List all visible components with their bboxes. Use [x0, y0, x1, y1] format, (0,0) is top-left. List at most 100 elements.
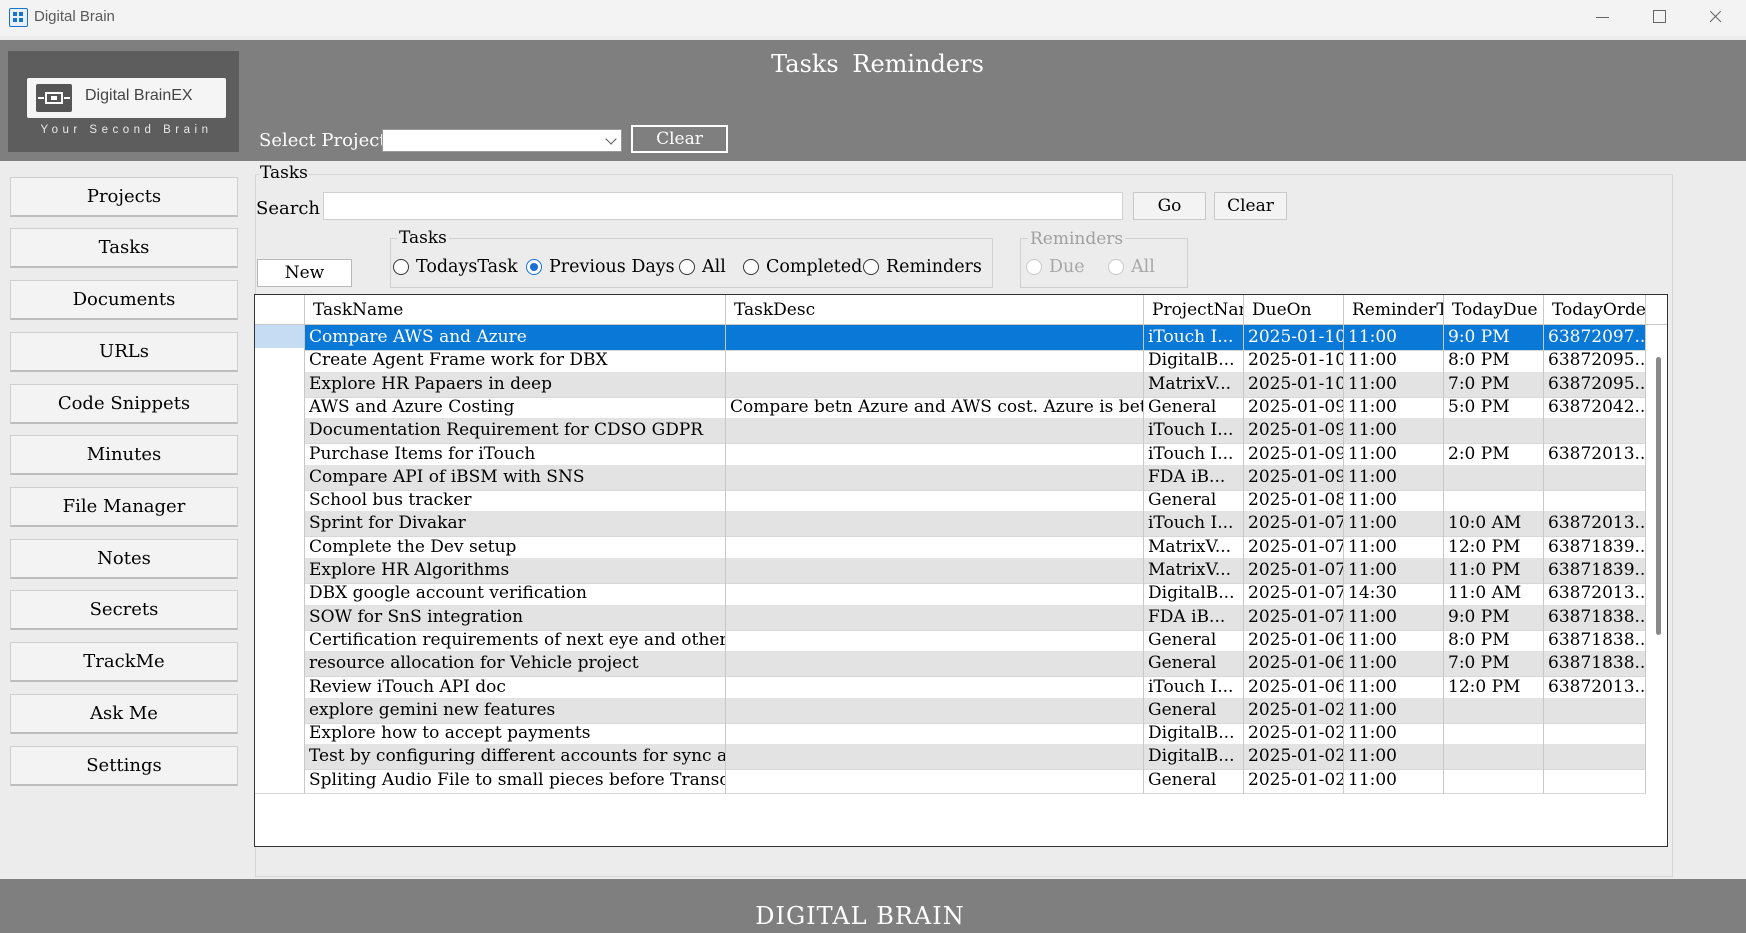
cell-projectname[interactable]: DigitalB... — [1144, 348, 1244, 374]
cell-reminder[interactable]: 14:30 — [1344, 581, 1444, 607]
table-row[interactable]: Documentation Requirement for CDSO GDPR i… — [255, 418, 1646, 444]
cell-taskname[interactable]: Sprint for Divakar — [305, 511, 726, 537]
cell-todaydue[interactable]: 8:0 PM — [1444, 348, 1544, 374]
cell-taskdesc[interactable] — [726, 348, 1144, 374]
table-row[interactable]: resource allocation for Vehicle project G… — [255, 651, 1646, 677]
row-header[interactable] — [255, 348, 305, 374]
tasks-grid[interactable]: TaskName TaskDesc ProjectNam DueOn Remin… — [254, 294, 1668, 847]
cell-taskname[interactable]: Spliting Audio File to small pieces befo… — [305, 768, 726, 794]
cell-taskname[interactable]: DBX google account verification — [305, 581, 726, 607]
cell-todaydue[interactable] — [1444, 744, 1544, 770]
cell-taskdesc[interactable] — [726, 651, 1144, 677]
cell-projectname[interactable]: DigitalB... — [1144, 581, 1244, 607]
column-header-taskname[interactable]: TaskName — [305, 295, 726, 325]
row-header[interactable] — [255, 651, 305, 677]
radio-completed[interactable]: Completed — [743, 256, 862, 278]
sidebar-item-file-manager[interactable]: File Manager — [10, 487, 238, 527]
radio-all[interactable]: All — [679, 256, 726, 278]
close-icon[interactable] — [1692, 4, 1738, 30]
row-header[interactable] — [255, 744, 305, 770]
table-row[interactable]: Sprint for Divakar iTouch I... 2025-01-07 1… — [255, 511, 1646, 537]
sidebar-item-secrets[interactable]: Secrets — [10, 590, 238, 630]
cell-reminder[interactable]: 11:00 — [1344, 418, 1444, 444]
cell-todayorder[interactable] — [1544, 768, 1646, 794]
cell-dueon[interactable]: 2025-01-02 — [1244, 768, 1344, 794]
cell-reminder[interactable]: 11:00 — [1344, 511, 1444, 537]
column-header-todayorder[interactable]: TodayOrde — [1544, 295, 1646, 325]
cell-todaydue[interactable] — [1444, 768, 1544, 794]
table-row[interactable]: Test by configuring different accounts f… — [255, 744, 1646, 770]
cell-reminder[interactable]: 11:00 — [1344, 768, 1444, 794]
vertical-scrollbar[interactable] — [1648, 325, 1667, 846]
search-input[interactable] — [323, 192, 1123, 220]
cell-dueon[interactable]: 2025-01-07 — [1244, 511, 1344, 537]
new-task-button[interactable]: New — [257, 259, 352, 287]
cell-projectname[interactable]: iTouch I... — [1144, 418, 1244, 444]
cell-todaydue[interactable]: 10:0 AM — [1444, 511, 1544, 537]
sidebar-item-notes[interactable]: Notes — [10, 539, 238, 579]
cell-projectname[interactable]: iTouch I... — [1144, 511, 1244, 537]
cell-taskdesc[interactable] — [726, 418, 1144, 444]
sidebar-item-urls[interactable]: URLs — [10, 332, 238, 372]
project-clear-button[interactable]: Clear — [631, 125, 728, 153]
cell-todayorder[interactable]: 63872095... — [1544, 348, 1646, 374]
cell-taskdesc[interactable] — [726, 511, 1144, 537]
cell-taskdesc[interactable] — [726, 581, 1144, 607]
radio-todays-task[interactable]: TodaysTask — [393, 256, 518, 278]
cell-dueon[interactable]: 2025-01-09 — [1244, 418, 1344, 444]
column-header-taskdesc[interactable]: TaskDesc — [726, 295, 1144, 325]
radio-reminders-due[interactable]: Due — [1026, 256, 1085, 278]
table-row[interactable]: Spliting Audio File to small pieces befo… — [255, 768, 1646, 794]
cell-dueon[interactable]: 2025-01-07 — [1244, 581, 1344, 607]
cell-taskname[interactable]: Test by configuring different accounts f… — [305, 744, 726, 770]
cell-todayorder[interactable]: 63871838... — [1544, 651, 1646, 677]
minimize-icon[interactable] — [1579, 4, 1625, 30]
column-header-reminder[interactable]: ReminderT — [1344, 295, 1444, 325]
cell-reminder[interactable]: 11:00 — [1344, 744, 1444, 770]
cell-todaydue[interactable]: 7:0 PM — [1444, 651, 1544, 677]
project-select[interactable] — [382, 129, 622, 152]
row-header[interactable] — [255, 418, 305, 444]
cell-reminder[interactable]: 11:00 — [1344, 348, 1444, 374]
sidebar-item-settings[interactable]: Settings — [10, 746, 238, 786]
table-row[interactable]: Create Agent Frame work for DBX DigitalB.… — [255, 348, 1646, 374]
cell-reminder[interactable]: 11:00 — [1344, 651, 1444, 677]
column-header-dueon[interactable]: DueOn — [1244, 295, 1344, 325]
cell-taskname[interactable]: Create Agent Frame work for DBX — [305, 348, 726, 374]
table-row[interactable]: DBX google account verification DigitalB.… — [255, 581, 1646, 607]
cell-dueon[interactable]: 2025-01-06 — [1244, 651, 1344, 677]
cell-projectname[interactable]: General — [1144, 768, 1244, 794]
sidebar-item-tasks[interactable]: Tasks — [10, 228, 238, 268]
cell-todaydue[interactable] — [1444, 418, 1544, 444]
sidebar-item-ask-me[interactable]: Ask Me — [10, 694, 238, 734]
row-header[interactable] — [255, 511, 305, 537]
go-button[interactable]: Go — [1133, 192, 1206, 220]
sidebar-item-projects[interactable]: Projects — [10, 177, 238, 217]
cell-todayorder[interactable] — [1544, 744, 1646, 770]
row-header[interactable] — [255, 768, 305, 794]
sidebar-item-documents[interactable]: Documents — [10, 280, 238, 320]
cell-taskdesc[interactable] — [726, 768, 1144, 794]
cell-todayorder[interactable] — [1544, 418, 1646, 444]
cell-todayorder[interactable]: 63872013... — [1544, 511, 1646, 537]
column-header-projectname[interactable]: ProjectNam — [1144, 295, 1244, 325]
sidebar-item-minutes[interactable]: Minutes — [10, 435, 238, 475]
scrollbar-thumb[interactable] — [1656, 357, 1661, 635]
radio-reminders-all[interactable]: All — [1108, 256, 1155, 278]
cell-dueon[interactable]: 2025-01-02 — [1244, 744, 1344, 770]
sidebar-item-code-snippets[interactable]: Code Snippets — [10, 384, 238, 424]
row-header[interactable] — [255, 581, 305, 607]
sidebar-item-trackme[interactable]: TrackMe — [10, 642, 238, 682]
cell-taskname[interactable]: Documentation Requirement for CDSO GDPR — [305, 418, 726, 444]
cell-taskdesc[interactable] — [726, 744, 1144, 770]
radio-previous-days[interactable]: Previous Days — [526, 256, 675, 278]
cell-taskname[interactable]: resource allocation for Vehicle project — [305, 651, 726, 677]
radio-reminders[interactable]: Reminders — [863, 256, 982, 278]
cell-dueon[interactable]: 2025-01-10 — [1244, 348, 1344, 374]
cell-projectname[interactable]: DigitalB... — [1144, 744, 1244, 770]
maximize-icon[interactable] — [1636, 4, 1682, 30]
cell-projectname[interactable]: General — [1144, 651, 1244, 677]
search-clear-button[interactable]: Clear — [1214, 192, 1287, 220]
cell-todayorder[interactable]: 63872013... — [1544, 581, 1646, 607]
cell-todaydue[interactable]: 11:0 AM — [1444, 581, 1544, 607]
